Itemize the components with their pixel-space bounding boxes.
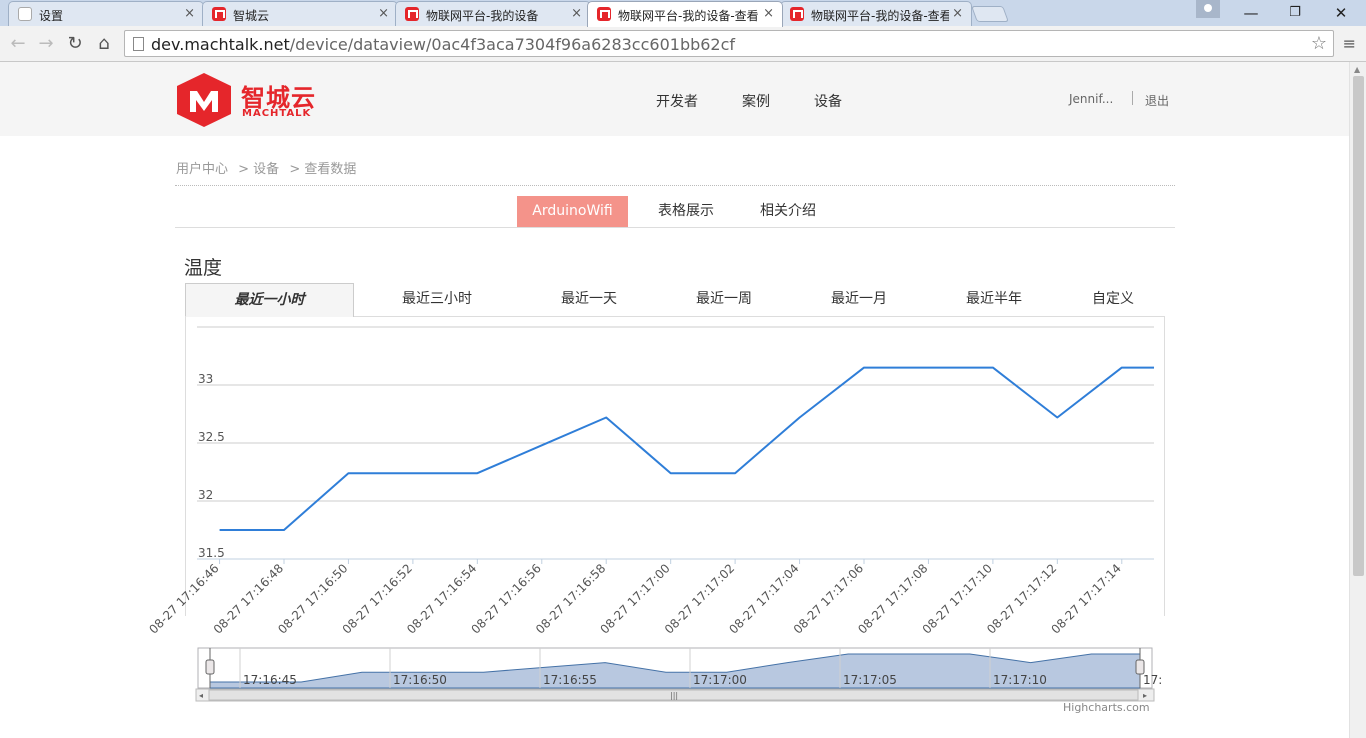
close-icon[interactable]: × [378, 6, 389, 21]
breadcrumb-user-center[interactable]: 用户中心 [176, 162, 228, 177]
url-host: dev.machtalk.net [151, 35, 290, 54]
logout-link[interactable]: 退出 [1145, 92, 1169, 109]
nav-cases[interactable]: 案例 [742, 91, 770, 111]
tab-last-day[interactable]: 最近一天 [539, 283, 639, 316]
tab-table-view[interactable]: 表格展示 [651, 196, 721, 227]
minimize-icon[interactable]: — [1228, 0, 1274, 26]
browser-tab-settings[interactable]: 设置 × [8, 1, 204, 26]
device-subtabs: ArduinoWifi 表格展示 相关介绍 [175, 196, 1175, 228]
scroll-right-icon: ▸ [1143, 691, 1147, 700]
navigator-time-label: 17:17:05 [843, 673, 897, 687]
new-tab-button[interactable] [971, 6, 1009, 22]
forward-arrow-icon[interactable]: → [34, 32, 58, 56]
browser-tab-title: 设置 [39, 9, 64, 23]
tab-last-hour[interactable]: 最近一小时 [185, 283, 354, 317]
scroll-left-icon: ◂ [199, 691, 203, 700]
nav-devices[interactable]: 设备 [814, 91, 842, 111]
tab-last-week[interactable]: 最近一周 [674, 283, 774, 316]
machtalk-favicon-icon [790, 7, 804, 21]
browser-tab-title: 智城云 [233, 9, 270, 23]
scroll-up-icon[interactable]: ▲ [1354, 65, 1360, 74]
divider [175, 185, 1175, 186]
highcharts-credits[interactable]: Highcharts.com [1063, 701, 1150, 714]
navigator-time-label: 17: [1143, 673, 1162, 687]
tab-last-month[interactable]: 最近一月 [809, 283, 909, 316]
navigator-frame [197, 647, 1153, 689]
navigator-scrollbar-thumb[interactable] [208, 689, 1139, 701]
reload-icon[interactable]: ↻ [63, 32, 87, 56]
browser-tab-zhichengyun[interactable]: 智城云 × [202, 1, 398, 26]
navigator-time-label: 17:16:45 [243, 673, 297, 687]
logo-hexagon-icon [177, 73, 231, 127]
logo-text-en: MACHTALK [242, 108, 312, 119]
navigator-left-handle[interactable] [205, 659, 215, 675]
window-close-icon[interactable]: ✕ [1318, 0, 1364, 26]
navigator-time-label: 17:17:10 [993, 673, 1047, 687]
divider [1132, 91, 1133, 105]
site-header: 智城云 MACHTALK 开发者 案例 设备 Jennif... 退出 [0, 62, 1349, 136]
breadcrumb-view-data: > 查看数据 [289, 162, 357, 177]
bookmark-star-icon[interactable]: ☆ [1311, 33, 1327, 54]
browser-tab-device-view[interactable]: 物联网平台-我的设备-查看 × [780, 1, 972, 26]
address-bar[interactable]: dev.machtalk.net/device/dataview/0ac4f3a… [124, 30, 1334, 57]
browser-tab-title: 物联网平台-我的设备-查看 [618, 9, 759, 23]
scrollbar-thumb[interactable] [1353, 76, 1364, 576]
browser-tabstrip: 设置 × 智城云 × 物联网平台-我的设备 × 物联网平台-我的设备-查看 × … [0, 0, 1366, 27]
tab-related-info[interactable]: 相关介绍 [753, 196, 823, 227]
machtalk-favicon-icon [597, 7, 611, 21]
url-path: /device/dataview/0ac4f3aca7304f96a6283cc… [289, 35, 736, 54]
home-icon[interactable]: ⌂ [92, 32, 116, 56]
tab-last-half-year[interactable]: 最近半年 [944, 283, 1044, 316]
browser-tab-device-view-active[interactable]: 物联网平台-我的设备-查看 × [587, 1, 783, 27]
profile-icon[interactable] [1196, 0, 1220, 18]
time-range-tabs: 最近一小时 最近三小时 最近一天 最近一周 最近一月 最近半年 自定义 [185, 283, 1165, 317]
breadcrumb: 用户中心 > 设备 > 查看数据 [176, 158, 362, 177]
close-icon[interactable]: × [763, 6, 774, 21]
browser-tab-title: 物联网平台-我的设备-查看 [811, 9, 949, 23]
navigator-time-label: 17:17:00 [693, 673, 747, 687]
navigator-time-label: 17:16:55 [543, 673, 597, 687]
page-scrollbar[interactable]: ▲ [1349, 62, 1366, 738]
machtalk-favicon-icon [212, 7, 226, 21]
navigator-right-handle[interactable] [1135, 659, 1145, 675]
tab-last-3-hours[interactable]: 最近三小时 [387, 283, 487, 316]
page-icon [133, 37, 144, 51]
close-icon[interactable]: × [952, 6, 963, 21]
browser-menu-icon[interactable]: ≡ [1343, 34, 1356, 53]
browser-tab-title: 物联网平台-我的设备 [426, 9, 539, 23]
user-name-link[interactable]: Jennif... [1069, 92, 1113, 106]
address-url[interactable]: dev.machtalk.net/device/dataview/0ac4f3a… [151, 35, 735, 54]
restore-icon[interactable]: ❐ [1272, 0, 1318, 26]
navigator-time-label: 17:16:50 [393, 673, 447, 687]
browser-toolbar: ← → ↻ ⌂ dev.machtalk.net/device/dataview… [0, 26, 1366, 62]
close-icon[interactable]: × [571, 6, 582, 21]
navigator-scrollbar[interactable] [195, 688, 1155, 702]
tab-device-chart[interactable]: ArduinoWifi [517, 196, 628, 227]
tab-custom[interactable]: 自定义 [1063, 283, 1163, 316]
machtalk-logo[interactable]: 智城云 MACHTALK [175, 72, 335, 128]
chart-frame [185, 316, 1165, 616]
document-icon [18, 7, 32, 21]
back-arrow-icon[interactable]: ← [6, 32, 30, 56]
machtalk-favicon-icon [405, 7, 419, 21]
grip-icon: ||| [670, 691, 678, 700]
nav-developer[interactable]: 开发者 [656, 91, 698, 111]
close-icon[interactable]: × [184, 6, 195, 21]
navigator-series-area [209, 653, 1141, 689]
section-title: 温度 [184, 257, 223, 279]
browser-tab-my-devices[interactable]: 物联网平台-我的设备 × [395, 1, 591, 26]
breadcrumb-devices[interactable]: > 设备 [238, 162, 279, 177]
